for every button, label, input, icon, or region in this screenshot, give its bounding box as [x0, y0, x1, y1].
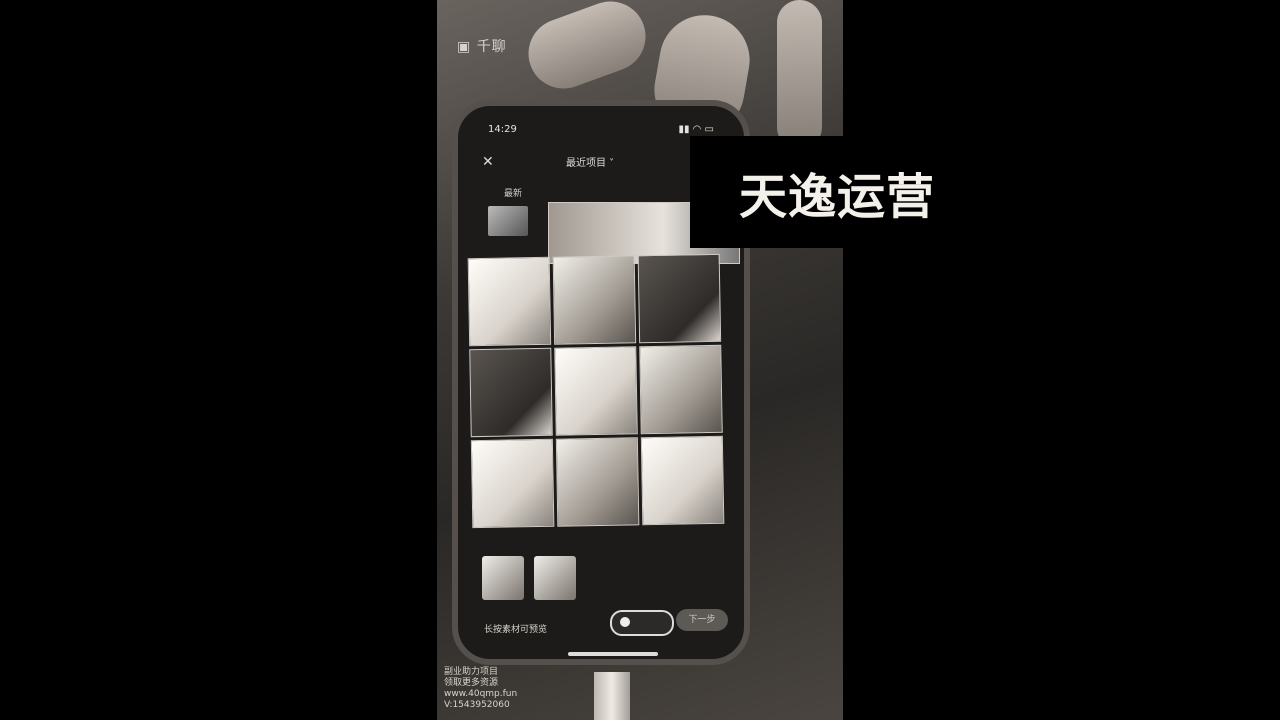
media-thumbnail[interactable]	[639, 344, 723, 435]
media-thumbnail[interactable]	[552, 255, 637, 345]
selected-media[interactable]	[482, 556, 524, 600]
media-thumbnail[interactable]	[640, 435, 725, 526]
close-icon[interactable]: ✕	[482, 154, 494, 170]
overlay-title: 天逸运营	[690, 136, 984, 248]
watermark-label: 千聊	[476, 39, 507, 55]
watermark-line: www.40qmp.fun	[444, 689, 518, 699]
media-thumbnail[interactable]	[554, 346, 638, 436]
app-watermark: ▣ 千聊	[457, 36, 507, 56]
charging-cable	[594, 672, 630, 720]
media-thumbnail[interactable]	[470, 438, 555, 529]
media-thumbnail[interactable]	[467, 256, 552, 347]
media-thumbnail[interactable]	[637, 253, 722, 344]
status-icons: ▮▮ ◠ ▭	[678, 124, 714, 135]
recent-label: 最新	[504, 189, 523, 199]
finger	[777, 0, 822, 150]
finger	[518, 0, 656, 99]
home-indicator	[568, 652, 658, 656]
media-thumbnail[interactable]	[469, 347, 553, 438]
recent-thumbnail[interactable]	[488, 206, 528, 236]
toggle-switch[interactable]	[610, 610, 674, 636]
logo-icon: ▣	[457, 39, 472, 55]
watermark-line: 副业助力项目	[444, 667, 499, 677]
media-grid	[467, 253, 725, 529]
hint-text: 长按素材可预览	[484, 625, 548, 635]
next-button[interactable]: 下一步	[676, 609, 728, 631]
media-thumbnail[interactable]	[555, 437, 640, 527]
watermark-line: V:1543952060	[444, 700, 510, 710]
bottom-watermark: 副业助力项目 领取更多资源 www.40qmp.fun V:1543952060	[444, 667, 517, 711]
toggle-knob	[620, 617, 630, 627]
watermark-line: 领取更多资源	[444, 678, 499, 688]
status-time: 14:29	[488, 124, 517, 135]
album-selector[interactable]: 最近项目 ˅	[566, 154, 614, 169]
selected-media[interactable]	[534, 556, 576, 600]
